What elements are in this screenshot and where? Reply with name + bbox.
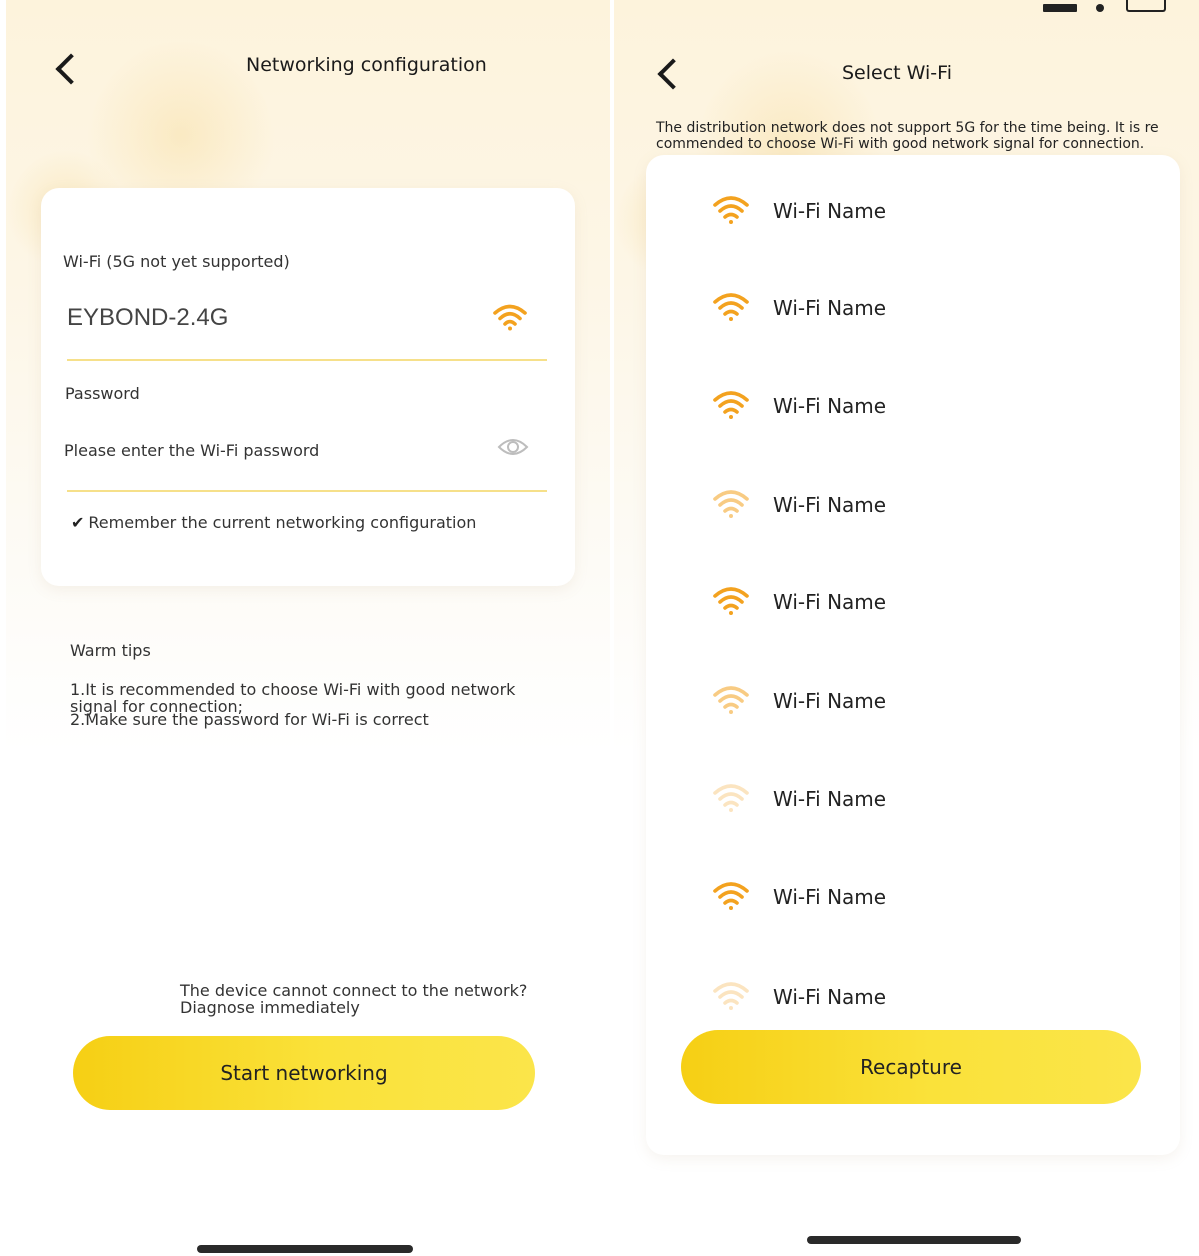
wifi-signal-icon xyxy=(712,879,750,911)
remember-config-checkbox[interactable]: ✔ Remember the current networking configu… xyxy=(71,513,551,532)
wifi-list-item[interactable]: Wi-Fi Name xyxy=(712,388,1172,428)
wifi-signal-icon[interactable] xyxy=(493,303,527,331)
eye-icon[interactable] xyxy=(497,436,529,462)
page-title: Select Wi-Fi xyxy=(842,62,952,84)
wifi-signal-icon xyxy=(712,781,750,813)
wifi-list-item[interactable]: Wi-Fi Name xyxy=(712,193,1172,233)
wifi-signal-icon xyxy=(712,979,750,1011)
wifi-name: Wi-Fi Name xyxy=(773,493,887,517)
wifi-signal-icon xyxy=(712,388,750,420)
warm-tips-title: Warm tips xyxy=(70,641,151,660)
home-indicator xyxy=(197,1245,413,1253)
wifi-name: Wi-Fi Name xyxy=(773,689,887,713)
wifi-signal-icon xyxy=(712,290,750,322)
wifi-list-item[interactable]: Wi-Fi Name xyxy=(712,683,1172,723)
wifi-field-underline xyxy=(67,359,547,361)
remember-config-label: Remember the current networking configur… xyxy=(88,513,477,532)
battery-icon xyxy=(1126,0,1166,12)
wifi-list-item[interactable]: Wi-Fi Name xyxy=(712,584,1172,624)
wifi-list-card: Wi-Fi Name Wi-Fi Name Wi-Fi Name Wi-Fi Name… xyxy=(646,155,1180,1155)
wifi-name: Wi-Fi Name xyxy=(773,199,887,223)
checkmark-icon: ✔ xyxy=(71,513,85,532)
password-label: Password xyxy=(65,384,140,403)
start-networking-button[interactable]: Start networking xyxy=(73,1036,535,1110)
home-indicator xyxy=(807,1236,1021,1244)
config-card: Wi-Fi (5G not yet supported) EYBOND-2.4G… xyxy=(41,188,575,586)
page-title: Networking configuration xyxy=(246,54,487,76)
wifi-list-item[interactable]: Wi-Fi Name xyxy=(712,487,1172,527)
wifi-signal-icon xyxy=(712,584,750,616)
wifi-signal-icon xyxy=(712,487,750,519)
select-wifi-screen: Select Wi-Fi The distribution network do… xyxy=(614,0,1199,1256)
wifi-name: Wi-Fi Name xyxy=(773,590,887,614)
wifi-label: Wi-Fi (5G not yet supported) xyxy=(63,252,290,271)
signal-bars-icon xyxy=(1043,4,1077,12)
back-arrow-icon[interactable] xyxy=(657,58,689,90)
recapture-button[interactable]: Recapture xyxy=(681,1030,1141,1104)
wifi-list-item[interactable]: Wi-Fi Name xyxy=(712,879,1172,919)
wifi-list-item[interactable]: Wi-Fi Name xyxy=(712,979,1172,1019)
wifi-signal-icon xyxy=(712,193,750,225)
wifi-name: Wi-Fi Name xyxy=(773,787,887,811)
wifi-status-icon xyxy=(1096,4,1104,12)
diagnose-link[interactable]: The device cannot connect to the network… xyxy=(180,982,548,1016)
back-arrow-icon[interactable] xyxy=(55,53,87,85)
wifi-name: Wi-Fi Name xyxy=(773,394,887,418)
wifi-name: Wi-Fi Name xyxy=(773,296,887,320)
wifi-list-item[interactable]: Wi-Fi Name xyxy=(712,781,1172,821)
wifi-signal-icon xyxy=(712,683,750,715)
wifi-name-field[interactable]: EYBOND-2.4G xyxy=(67,304,228,332)
wifi-name: Wi-Fi Name xyxy=(773,885,887,909)
wifi-list-item[interactable]: Wi-Fi Name xyxy=(712,290,1172,330)
password-field-underline xyxy=(67,490,547,492)
wifi-name: Wi-Fi Name xyxy=(773,985,887,1009)
password-input[interactable]: Please enter the Wi-Fi password xyxy=(64,441,319,460)
5g-notice: The distribution network does not suppor… xyxy=(656,120,1159,152)
networking-config-screen: Networking configuration Wi-Fi (5G not y… xyxy=(6,0,610,1256)
tip-2: 2.Make sure the password for Wi-Fi is co… xyxy=(70,710,429,729)
